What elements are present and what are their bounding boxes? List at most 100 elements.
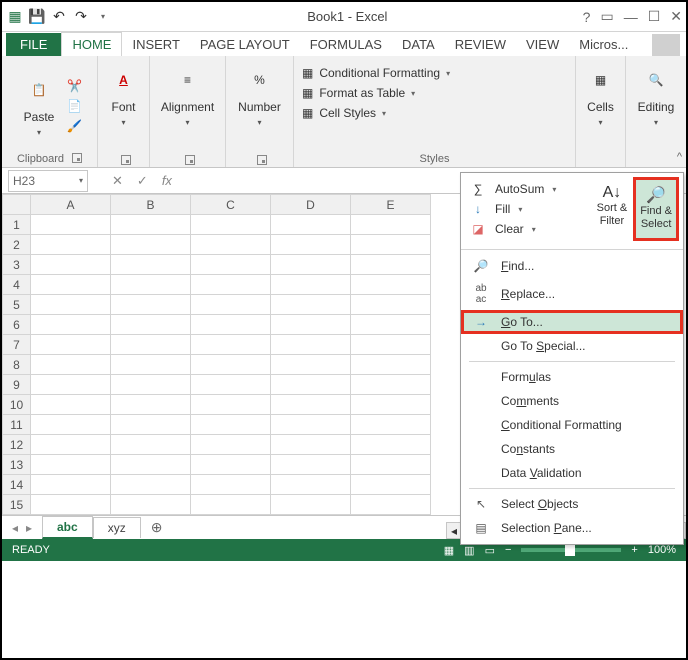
scroll-left-icon[interactable]: ◂ xyxy=(447,524,461,538)
table-row[interactable]: 1 xyxy=(3,215,431,235)
table-row[interactable]: 2 xyxy=(3,235,431,255)
cell[interactable] xyxy=(271,295,351,315)
worksheet-grid[interactable]: A B C D E 123456789101112131415 xyxy=(2,194,431,515)
col-header[interactable]: C xyxy=(191,195,271,215)
menu-conditional-formatting[interactable]: Conditional Formatting xyxy=(461,413,683,437)
row-header[interactable]: 11 xyxy=(3,415,31,435)
col-header[interactable]: D xyxy=(271,195,351,215)
cell[interactable] xyxy=(191,455,271,475)
cell[interactable] xyxy=(351,235,431,255)
cell[interactable] xyxy=(31,215,111,235)
cell[interactable] xyxy=(111,375,191,395)
cell[interactable] xyxy=(191,435,271,455)
cell[interactable] xyxy=(271,235,351,255)
table-row[interactable]: 4 xyxy=(3,275,431,295)
cell[interactable] xyxy=(351,495,431,515)
save-icon[interactable]: 💾 xyxy=(28,8,46,26)
conditional-formatting-button[interactable]: ▦ Conditional Formatting ▾ xyxy=(302,66,450,80)
cell-styles-button[interactable]: ▦ Cell Styles ▾ xyxy=(302,106,450,120)
tab-view[interactable]: VIEW xyxy=(516,33,569,56)
cell[interactable] xyxy=(271,475,351,495)
table-row[interactable]: 10 xyxy=(3,395,431,415)
cell[interactable] xyxy=(271,215,351,235)
row-header[interactable]: 12 xyxy=(3,435,31,455)
ribbon-options-icon[interactable]: ▭ xyxy=(600,8,613,25)
cell[interactable] xyxy=(351,355,431,375)
fx-icon[interactable]: fx xyxy=(162,173,172,188)
cell[interactable] xyxy=(351,335,431,355)
cell[interactable] xyxy=(351,475,431,495)
font-button[interactable]: A Font ▾ xyxy=(102,60,146,131)
menu-goto[interactable]: → Go To... xyxy=(461,310,683,334)
select-all-corner[interactable] xyxy=(3,195,31,215)
cell[interactable] xyxy=(191,215,271,235)
cell[interactable] xyxy=(31,355,111,375)
cell[interactable] xyxy=(271,275,351,295)
cell[interactable] xyxy=(191,375,271,395)
menu-select-objects[interactable]: ↖ Select Objects xyxy=(461,492,683,516)
copy-icon[interactable]: 📄 xyxy=(67,99,82,113)
row-header[interactable]: 5 xyxy=(3,295,31,315)
table-row[interactable]: 14 xyxy=(3,475,431,495)
table-row[interactable]: 9 xyxy=(3,375,431,395)
clear-button[interactable]: ◪ Clear ▾ xyxy=(469,219,573,239)
maximize-icon[interactable]: ☐ xyxy=(648,8,661,25)
menu-replace[interactable]: abac Replace... xyxy=(461,278,683,310)
cell[interactable] xyxy=(191,415,271,435)
row-header[interactable]: 10 xyxy=(3,395,31,415)
new-sheet-button[interactable]: ⊕ xyxy=(141,519,173,536)
cell[interactable] xyxy=(111,315,191,335)
cell[interactable] xyxy=(271,355,351,375)
cell[interactable] xyxy=(31,375,111,395)
table-row[interactable]: 7 xyxy=(3,335,431,355)
cell[interactable] xyxy=(31,315,111,335)
cell[interactable] xyxy=(271,375,351,395)
table-row[interactable]: 5 xyxy=(3,295,431,315)
cut-icon[interactable]: ✂️ xyxy=(67,79,82,93)
col-header[interactable]: E xyxy=(351,195,431,215)
editing-button[interactable]: 🔍 Editing ▾ xyxy=(632,60,681,131)
view-page-break-icon[interactable]: ▭ xyxy=(485,544,495,557)
cell[interactable] xyxy=(351,395,431,415)
paste-button[interactable]: 📋 Paste ▾ xyxy=(17,70,61,141)
cell[interactable] xyxy=(351,455,431,475)
row-header[interactable]: 13 xyxy=(3,455,31,475)
cell[interactable] xyxy=(271,435,351,455)
tab-home[interactable]: HOME xyxy=(61,32,122,56)
cell[interactable] xyxy=(31,255,111,275)
cell[interactable] xyxy=(31,395,111,415)
autosum-button[interactable]: ∑ AutoSum ▾ xyxy=(469,179,573,199)
cell[interactable] xyxy=(191,475,271,495)
minimize-icon[interactable]: — xyxy=(624,9,638,25)
sheet-nav-next-icon[interactable]: ▸ xyxy=(26,521,32,535)
cell[interactable] xyxy=(31,275,111,295)
account-avatar-icon[interactable] xyxy=(652,34,680,56)
menu-data-validation[interactable]: Data Validation xyxy=(461,461,683,485)
close-icon[interactable]: ✕ xyxy=(670,8,682,25)
cell[interactable] xyxy=(271,255,351,275)
table-row[interactable]: 13 xyxy=(3,455,431,475)
cell[interactable] xyxy=(111,355,191,375)
number-dialog-launcher[interactable] xyxy=(257,155,267,165)
cell[interactable] xyxy=(31,295,111,315)
row-header[interactable]: 15 xyxy=(3,495,31,515)
cell[interactable] xyxy=(111,395,191,415)
row-header[interactable]: 6 xyxy=(3,315,31,335)
format-as-table-button[interactable]: ▦ Format as Table ▾ xyxy=(302,86,450,100)
cell[interactable] xyxy=(111,415,191,435)
cell[interactable] xyxy=(31,415,111,435)
redo-icon[interactable]: ↷ xyxy=(72,8,90,26)
row-header[interactable]: 3 xyxy=(3,255,31,275)
find-select-button[interactable]: 🔎 Find & Select xyxy=(633,177,679,241)
row-header[interactable]: 2 xyxy=(3,235,31,255)
help-icon[interactable]: ? xyxy=(583,9,591,25)
zoom-slider[interactable] xyxy=(521,548,621,552)
cell[interactable] xyxy=(351,295,431,315)
cell[interactable] xyxy=(191,495,271,515)
cell[interactable] xyxy=(111,235,191,255)
menu-find[interactable]: 🔎 Find... xyxy=(461,254,683,278)
view-page-layout-icon[interactable]: ▥ xyxy=(464,544,474,557)
cell[interactable] xyxy=(191,395,271,415)
tab-formulas[interactable]: FORMULAS xyxy=(300,33,392,56)
tab-insert[interactable]: INSERT xyxy=(122,33,189,56)
